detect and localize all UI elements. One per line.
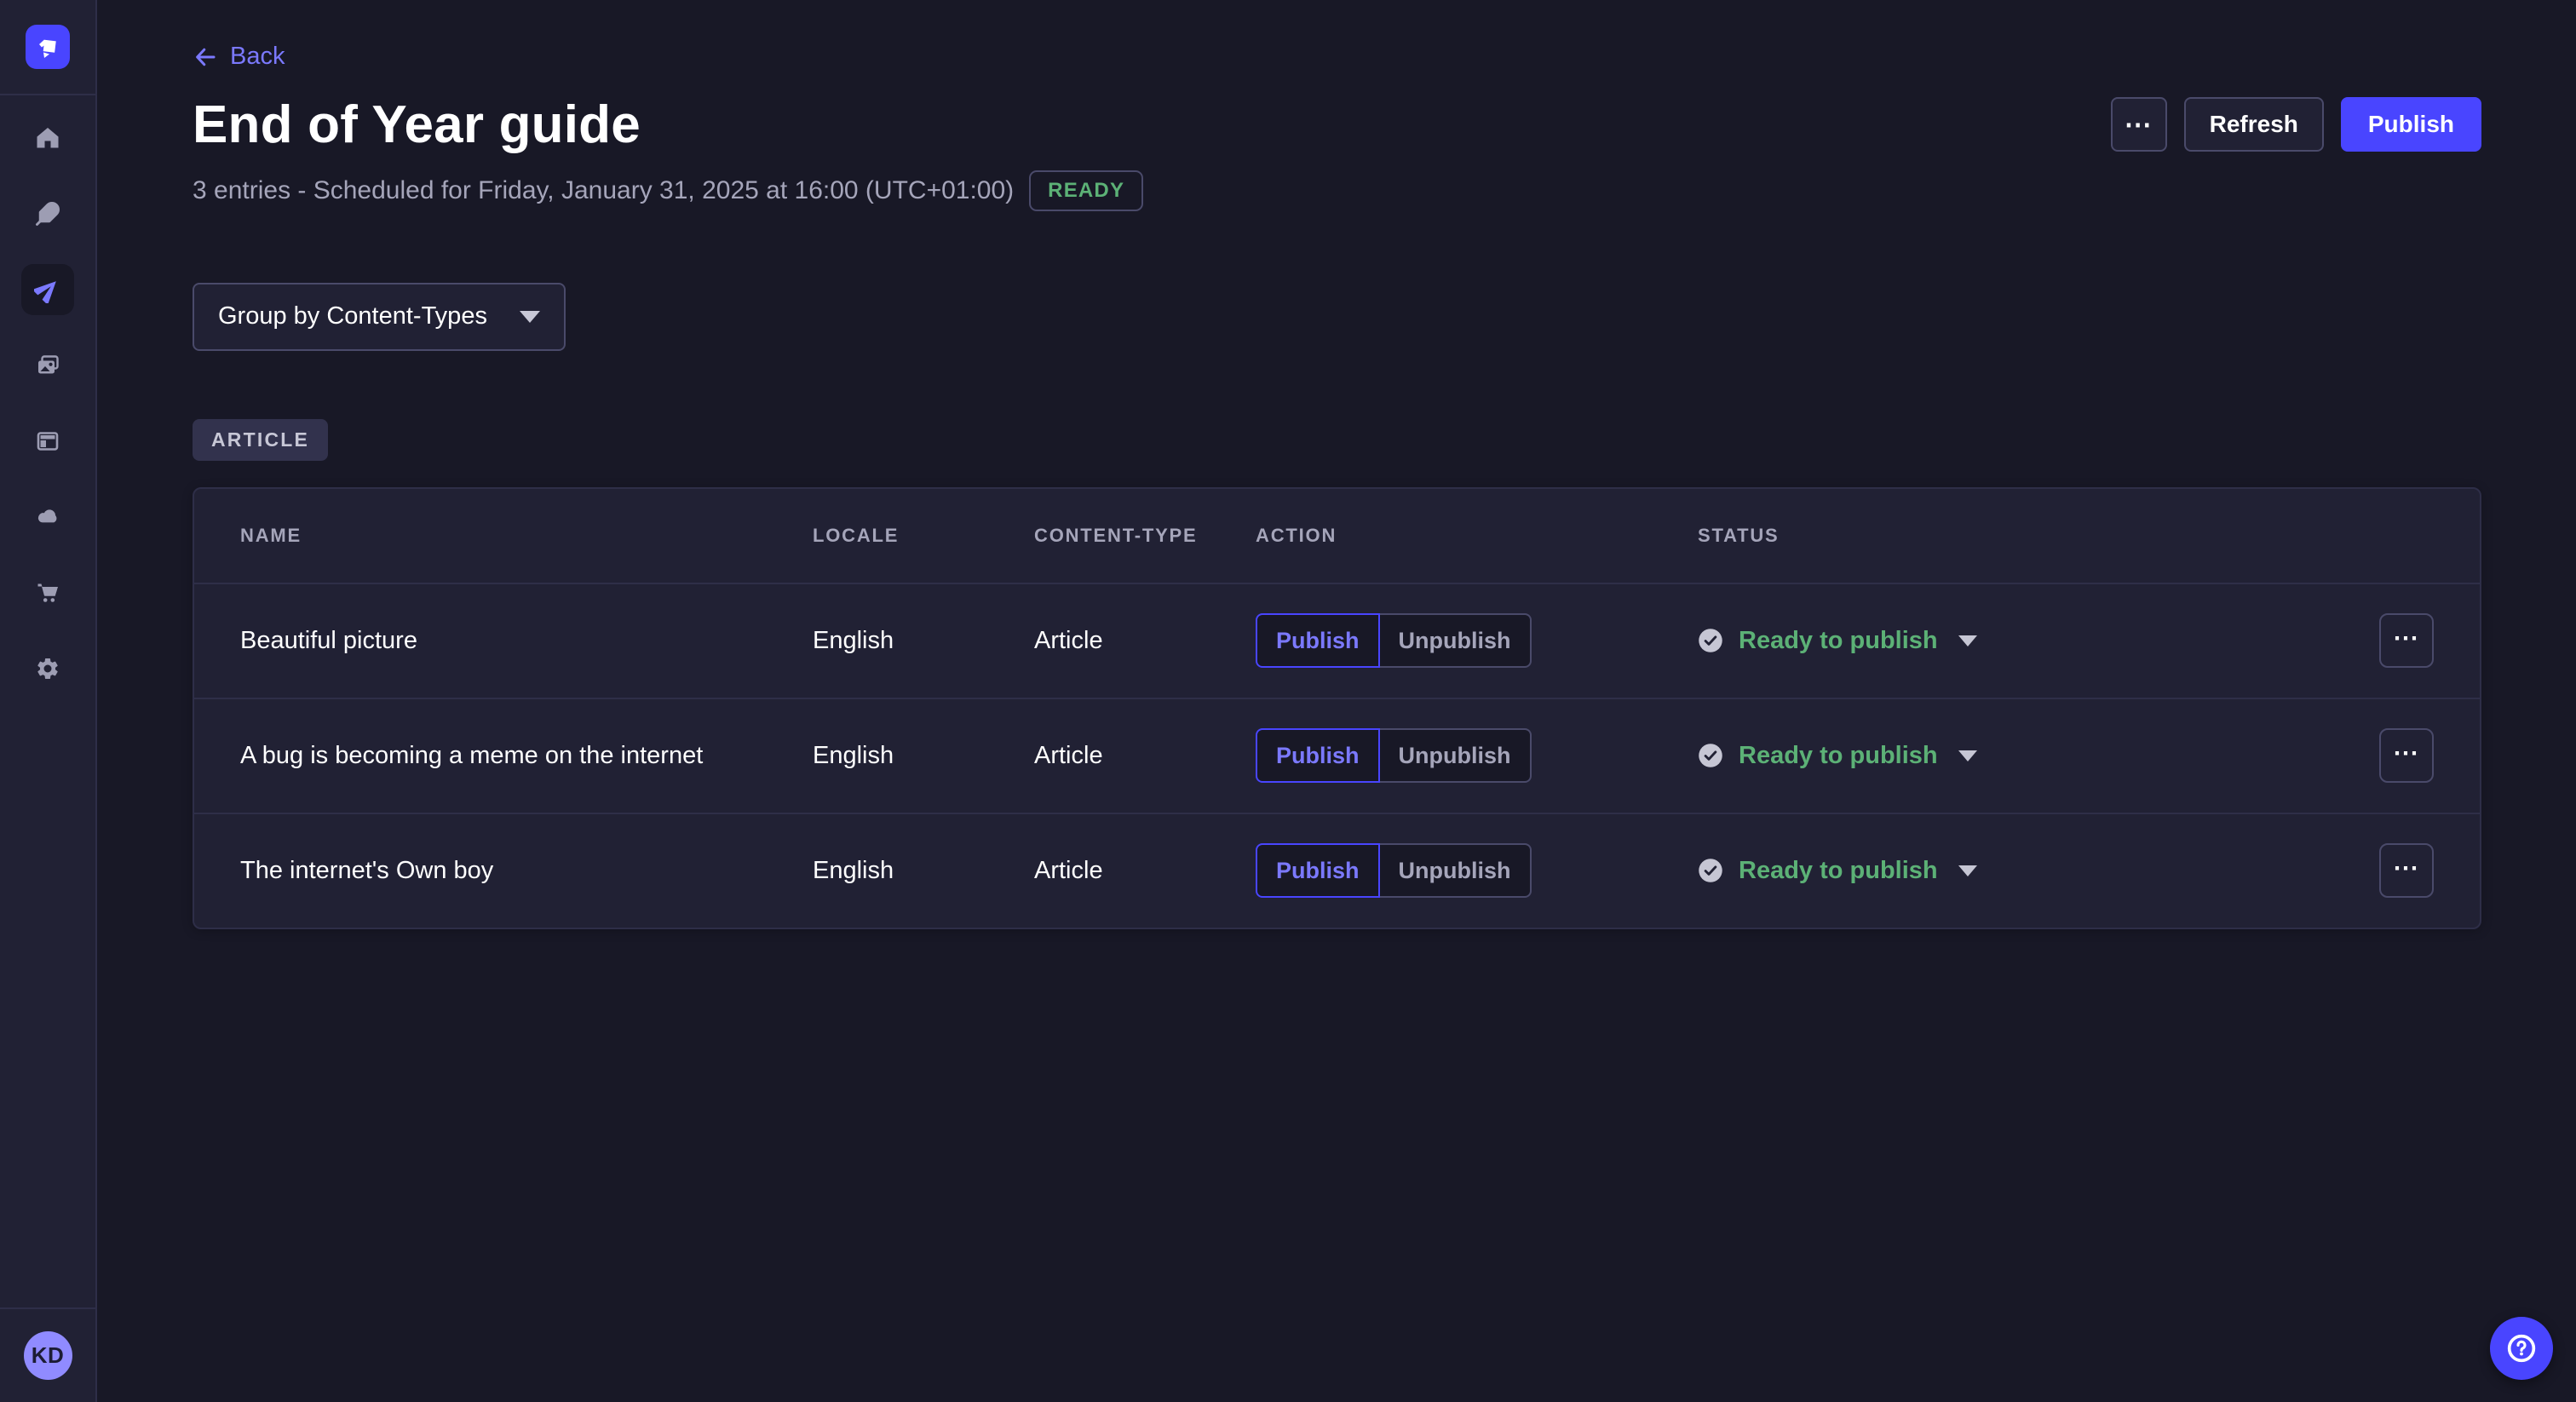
- page-title: End of Year guide: [193, 95, 1143, 155]
- images-icon: [35, 353, 60, 378]
- subtitle-row: 3 entries - Scheduled for Friday, Januar…: [193, 170, 1143, 211]
- entry-name: The internet's Own boy: [240, 857, 813, 885]
- sidebar-nav: [21, 95, 74, 694]
- entry-action-group: Publish Unpublish: [1256, 843, 1698, 898]
- home-icon: [35, 125, 60, 151]
- check-circle-icon: [1698, 858, 1723, 883]
- row-unpublish-button[interactable]: Unpublish: [1380, 843, 1532, 898]
- cloud-icon: [34, 503, 61, 531]
- entry-name: A bug is becoming a meme on the internet: [240, 742, 813, 770]
- chevron-down-icon: [1958, 750, 1977, 761]
- more-actions-button[interactable]: ⋯: [2111, 97, 2167, 152]
- logo-section: [0, 0, 95, 95]
- table-header-row: NAME LOCALE CONTENT-TYPE ACTION STATUS: [194, 489, 2480, 583]
- strapi-logo[interactable]: [26, 25, 70, 69]
- entry-locale: English: [813, 857, 1034, 885]
- layout-icon: [35, 428, 60, 454]
- chevron-down-icon: [520, 311, 540, 323]
- sidebar-item-settings[interactable]: [21, 643, 74, 694]
- entry-content-type: Article: [1034, 742, 1256, 770]
- content-type-group-badge: ARTICLE: [193, 419, 328, 461]
- entry-status[interactable]: Ready to publish: [1698, 742, 2332, 770]
- entry-status-label: Ready to publish: [1739, 742, 1938, 770]
- row-publish-button[interactable]: Publish: [1256, 728, 1380, 783]
- column-header-locale: LOCALE: [813, 525, 1034, 547]
- sidebar-item-content-manager[interactable]: [21, 188, 74, 239]
- row-menu-button[interactable]: ⋯: [2379, 728, 2434, 783]
- sidebar-item-content-type-builder[interactable]: [21, 416, 74, 467]
- page-header: Back End of Year guide 3 entries - Sched…: [193, 0, 2481, 211]
- table-row: Beautiful picture English Article Publis…: [194, 583, 2480, 698]
- column-header-action: ACTION: [1256, 525, 1698, 547]
- row-unpublish-button[interactable]: Unpublish: [1380, 613, 1532, 668]
- publish-release-button[interactable]: Publish: [2341, 97, 2481, 152]
- main-content: Back End of Year guide 3 entries - Sched…: [97, 0, 2576, 1402]
- strapi-logo-icon: [35, 34, 60, 60]
- question-mark-icon: [2504, 1331, 2539, 1365]
- check-circle-icon: [1698, 628, 1723, 653]
- row-publish-button[interactable]: Publish: [1256, 613, 1380, 668]
- refresh-button[interactable]: Refresh: [2184, 97, 2324, 152]
- sidebar-item-marketplace[interactable]: [21, 567, 74, 618]
- sidebar-item-media-library[interactable]: [21, 340, 74, 391]
- entry-locale: English: [813, 627, 1034, 655]
- entry-status[interactable]: Ready to publish: [1698, 627, 2332, 655]
- entry-action-group: Publish Unpublish: [1256, 728, 1698, 783]
- feather-icon: [35, 201, 60, 227]
- header-actions: ⋯ Refresh Publish: [2111, 97, 2481, 152]
- row-menu-button[interactable]: ⋯: [2379, 613, 2434, 668]
- entry-status[interactable]: Ready to publish: [1698, 857, 2332, 885]
- status-badge: READY: [1029, 170, 1143, 211]
- row-unpublish-button[interactable]: Unpublish: [1380, 728, 1532, 783]
- row-publish-button[interactable]: Publish: [1256, 843, 1380, 898]
- entry-locale: English: [813, 742, 1034, 770]
- arrow-left-icon: [193, 44, 218, 70]
- entry-content-type: Article: [1034, 857, 1256, 885]
- table-row: A bug is becoming a meme on the internet…: [194, 698, 2480, 813]
- help-button[interactable]: [2490, 1317, 2553, 1380]
- column-header-name: NAME: [240, 525, 813, 547]
- group-by-value: Group by Content-Types: [218, 302, 487, 330]
- gear-icon: [35, 656, 60, 681]
- column-header-content-type: CONTENT-TYPE: [1034, 525, 1256, 547]
- sidebar-footer: KD: [0, 1307, 95, 1402]
- chevron-down-icon: [1958, 635, 1977, 646]
- entry-action-group: Publish Unpublish: [1256, 613, 1698, 668]
- entry-status-label: Ready to publish: [1739, 627, 1938, 655]
- back-label: Back: [230, 43, 285, 71]
- chevron-down-icon: [1958, 865, 1977, 876]
- avatar[interactable]: KD: [24, 1331, 72, 1380]
- paper-plane-icon: [34, 276, 61, 303]
- entry-name: Beautiful picture: [240, 627, 813, 655]
- sidebar: KD: [0, 0, 97, 1402]
- sidebar-item-deploy[interactable]: [21, 491, 74, 543]
- row-menu-button[interactable]: ⋯: [2379, 843, 2434, 898]
- sidebar-item-home[interactable]: [21, 112, 74, 164]
- group-by-select[interactable]: Group by Content-Types: [193, 283, 566, 351]
- entry-content-type: Article: [1034, 627, 1256, 655]
- entry-status-label: Ready to publish: [1739, 857, 1938, 885]
- entries-table: NAME LOCALE CONTENT-TYPE ACTION STATUS B…: [193, 487, 2481, 929]
- column-header-status: STATUS: [1698, 525, 2332, 547]
- back-link[interactable]: Back: [193, 43, 285, 71]
- header-left: Back End of Year guide 3 entries - Sched…: [193, 43, 1143, 211]
- check-circle-icon: [1698, 743, 1723, 768]
- release-subtitle: 3 entries - Scheduled for Friday, Januar…: [193, 176, 1014, 205]
- table-row: The internet's Own boy English Article P…: [194, 813, 2480, 928]
- cart-icon: [35, 580, 60, 606]
- sidebar-item-releases[interactable]: [21, 264, 74, 315]
